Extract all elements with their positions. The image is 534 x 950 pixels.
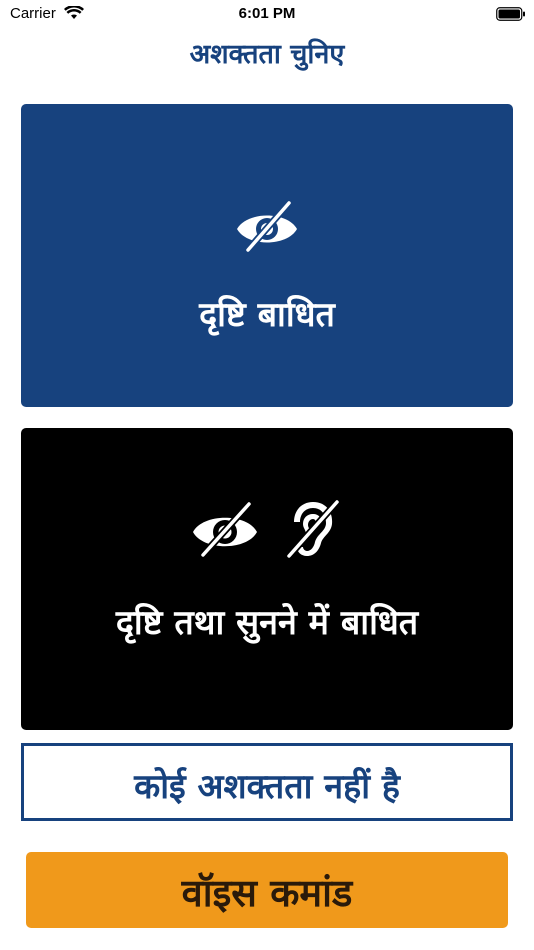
eye-slash-icon xyxy=(237,200,297,252)
option-visual-hearing-impaired-button[interactable]: दृष्टि तथा सुनने में बाधित xyxy=(21,428,513,730)
ear-slash-icon xyxy=(285,498,341,560)
eye-slash-icon xyxy=(192,500,257,558)
option-visually-impaired-label: दृष्टि बाधित xyxy=(199,295,335,335)
battery-icon xyxy=(496,7,525,21)
card-icons xyxy=(21,498,513,560)
voice-command-label: वॉइस कमांड xyxy=(181,871,353,915)
page-title: अशक्तता चुनिए xyxy=(189,39,345,70)
option-no-disability-label: कोई अशक्तता नहीं है xyxy=(134,767,400,807)
option-no-disability-button[interactable]: कोई अशक्तता नहीं है xyxy=(21,743,513,821)
option-visual-hearing-impaired-label: दृष्टि तथा सुनने में बाधित xyxy=(115,603,419,643)
card-icons xyxy=(21,200,513,252)
clock: 6:01 PM xyxy=(238,5,296,22)
option-visually-impaired-button[interactable]: दृष्टि बाधित xyxy=(21,104,513,407)
status-bar: Carrier 6:01 PM xyxy=(0,0,534,28)
voice-command-button[interactable]: वॉइस कमांड xyxy=(26,852,508,928)
